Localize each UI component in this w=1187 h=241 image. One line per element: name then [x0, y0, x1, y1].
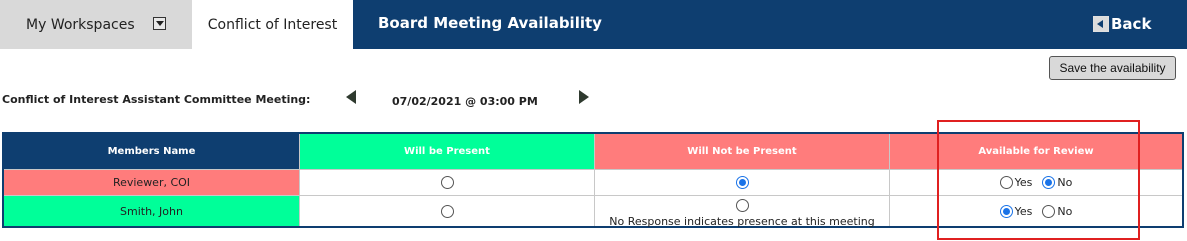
next-meeting-arrow-icon[interactable]: [579, 90, 589, 104]
header-will-not-be-present: Will Not be Present: [595, 134, 890, 170]
member-name: Smith, John: [4, 196, 300, 226]
dropdown-icon[interactable]: [153, 17, 166, 30]
tab-conflict-of-interest[interactable]: Conflict of Interest: [192, 0, 353, 49]
will-not-be-present-cell: No Response indicates presence at this m…: [595, 196, 890, 228]
my-workspaces-label: My Workspaces: [26, 16, 135, 33]
will-not-be-present-cell: [595, 170, 890, 196]
previous-meeting-arrow-icon[interactable]: [346, 90, 356, 104]
page-title: Board Meeting Availability: [378, 14, 602, 32]
will-be-present-cell: [300, 196, 595, 226]
my-workspaces-tab[interactable]: My Workspaces: [0, 0, 192, 49]
will-be-present-radio[interactable]: [440, 176, 454, 189]
meeting-datetime: 07/02/2021 @ 03:00 PM: [392, 95, 538, 108]
will-be-present-radio[interactable]: [440, 204, 454, 218]
highlight-box: [937, 120, 1140, 240]
top-nav-bar: My Workspaces Conflict of Interest Board…: [0, 0, 1187, 49]
tab-conflict-of-interest-label: Conflict of Interest: [207, 16, 338, 33]
back-label: Back: [1111, 15, 1152, 33]
member-name: Reviewer, COI: [4, 170, 300, 196]
no-response-note: No Response indicates presence at this m…: [609, 215, 875, 228]
will-not-be-present-radio[interactable]: [735, 176, 749, 189]
header-will-be-present: Will be Present: [300, 134, 595, 170]
will-not-be-present-radio[interactable]: [735, 199, 749, 212]
back-arrow-icon: [1093, 16, 1109, 32]
will-be-present-cell: [300, 170, 595, 196]
back-button[interactable]: Back: [1093, 14, 1151, 34]
header-members-name: Members Name: [4, 134, 300, 170]
save-availability-button[interactable]: Save the availability: [1049, 56, 1176, 80]
meeting-label: Conflict of Interest Assistant Committee…: [2, 93, 311, 106]
